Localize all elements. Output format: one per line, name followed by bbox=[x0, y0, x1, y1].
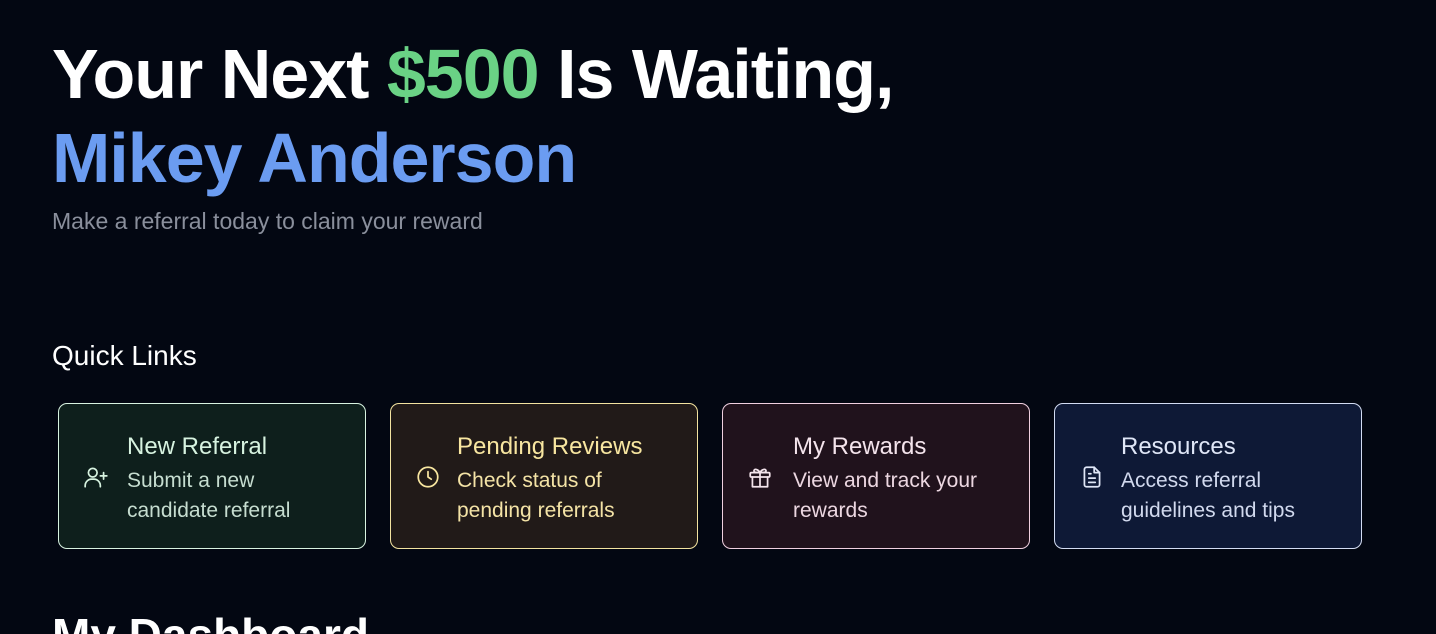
user-name: Mikey Anderson bbox=[52, 119, 577, 197]
card-title: Pending Reviews bbox=[457, 433, 643, 460]
user-plus-icon bbox=[83, 464, 109, 490]
quick-link-pending-reviews[interactable]: Pending Reviews Check status of pending … bbox=[390, 403, 698, 549]
referral-home-page: Your Next $500 Is Waiting, Mikey Anderso… bbox=[0, 0, 1436, 634]
clock-icon bbox=[415, 464, 441, 490]
hero-section: Your Next $500 Is Waiting, Mikey Anderso… bbox=[52, 30, 894, 235]
gift-icon bbox=[747, 464, 773, 490]
card-description: View and track your rewards bbox=[793, 469, 978, 522]
document-icon bbox=[1079, 464, 1105, 490]
card-description: Access referral guidelines and tips bbox=[1121, 469, 1295, 522]
hero-headline: Your Next $500 Is Waiting, bbox=[52, 30, 894, 118]
quick-link-my-rewards[interactable]: My Rewards View and track your rewards bbox=[722, 403, 1030, 549]
quick-links-title: Quick Links bbox=[52, 340, 197, 371]
card-description: Check status of pending referrals bbox=[457, 469, 615, 522]
card-title: Resources bbox=[1121, 433, 1236, 460]
headline-suffix: Is Waiting, bbox=[538, 35, 894, 113]
hero-subtitle: Make a referral today to claim your rewa… bbox=[52, 208, 483, 234]
card-description: Submit a new candidate referral bbox=[127, 469, 291, 522]
dashboard-title: My Dashboard bbox=[52, 608, 369, 634]
quick-link-new-referral[interactable]: New Referral Submit a new candidate refe… bbox=[58, 403, 366, 549]
reward-amount: $500 bbox=[386, 35, 540, 113]
quick-link-resources[interactable]: Resources Access referral guidelines and… bbox=[1054, 403, 1362, 549]
card-title: My Rewards bbox=[793, 433, 927, 460]
headline-prefix: Your Next bbox=[52, 35, 387, 113]
card-title: New Referral bbox=[127, 433, 268, 460]
